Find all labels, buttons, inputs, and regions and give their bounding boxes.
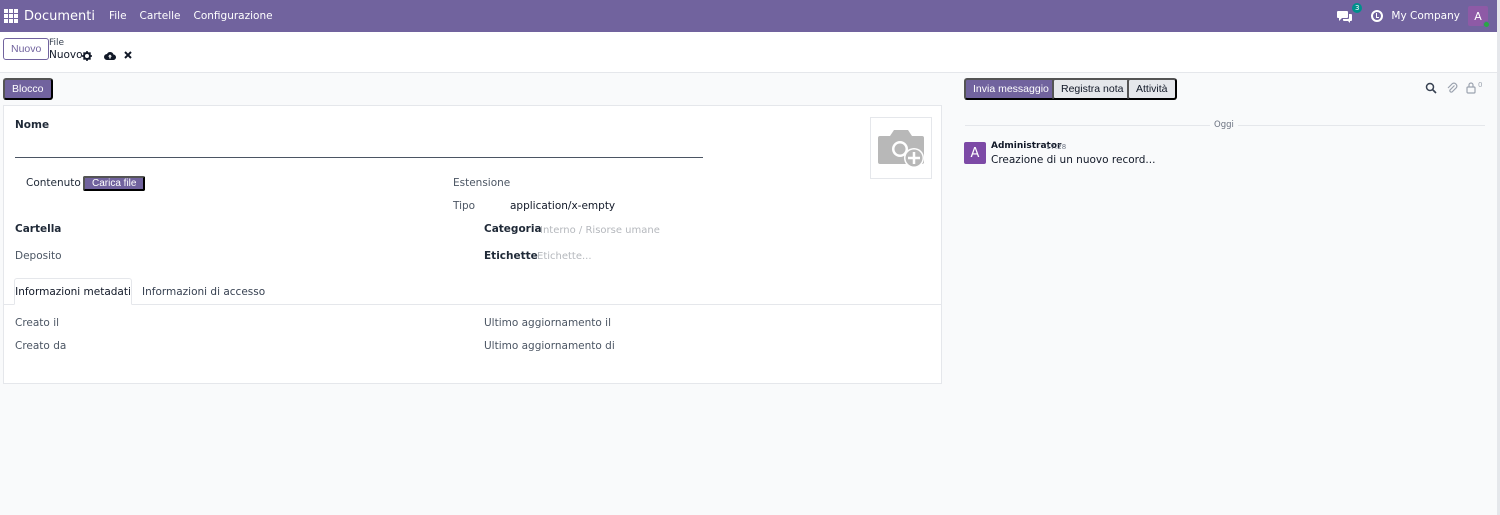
message-body: Creazione di un nuovo record... xyxy=(991,154,1156,166)
clock-icon[interactable] xyxy=(1371,10,1384,22)
tabs-divider xyxy=(4,304,941,305)
online-status-icon xyxy=(1483,21,1490,28)
activities-button[interactable]: Attività xyxy=(1127,78,1177,100)
type-value: application/x-empty xyxy=(510,200,616,212)
form-sheet: Nome Contenuto Carica file Estensione Ti… xyxy=(3,105,942,384)
top-navbar: Documenti File Cartelle Configurazione 3… xyxy=(0,0,1500,32)
user-avatar[interactable]: A xyxy=(1468,6,1490,28)
company-switcher[interactable]: My Company xyxy=(1391,10,1460,22)
document-thumbnail[interactable] xyxy=(870,117,932,179)
new-button[interactable]: Nuovo xyxy=(3,38,50,60)
apps-grid-icon[interactable] xyxy=(4,9,18,23)
paperclip-icon[interactable] xyxy=(1446,82,1458,97)
name-label: Nome xyxy=(15,119,50,131)
message-time: 17:28 xyxy=(1046,143,1067,151)
cloud-upload-icon[interactable] xyxy=(104,51,117,64)
last-update-on-label: Ultimo aggiornamento il xyxy=(484,317,612,329)
type-label: Tipo xyxy=(453,200,476,212)
control-panel: Nuovo File Nuovo xyxy=(0,32,1500,73)
tags-input[interactable]: Etichette... xyxy=(537,251,592,262)
category-input[interactable]: Interno / Risorse umane xyxy=(540,225,660,236)
menu-item-configuration[interactable]: Configurazione xyxy=(194,10,273,22)
camera-plus-icon xyxy=(878,130,924,168)
tab-metadata[interactable]: Informazioni metadati xyxy=(14,278,132,305)
tab-access[interactable]: Informazioni di accesso xyxy=(142,286,265,298)
date-divider-label: Oggi xyxy=(1210,120,1238,130)
menu-item-folders[interactable]: Cartelle xyxy=(140,10,181,22)
gear-icon[interactable] xyxy=(82,51,92,64)
category-label: Categoria xyxy=(484,223,542,235)
folder-label: Cartella xyxy=(15,223,62,235)
name-input[interactable] xyxy=(15,157,703,158)
breadcrumb-parent[interactable]: File xyxy=(49,38,64,48)
created-on-label: Creato il xyxy=(15,317,60,329)
menu-item-file[interactable]: File xyxy=(109,10,127,22)
send-message-button[interactable]: Invia messaggio xyxy=(964,78,1058,100)
log-note-button[interactable]: Registra nota xyxy=(1052,78,1133,100)
last-update-by-label: Ultimo aggiornamento di xyxy=(484,340,615,352)
user-avatar-initial: A xyxy=(1474,9,1482,23)
upload-file-button[interactable]: Carica file xyxy=(83,176,146,191)
follower-lock-icon[interactable] xyxy=(1466,82,1476,97)
chat-icon[interactable]: 3 xyxy=(1337,3,1363,23)
extension-label: Estensione xyxy=(453,177,511,189)
follower-count: 0 xyxy=(1478,81,1483,89)
breadcrumb-current: Nuovo xyxy=(49,49,83,61)
message-avatar[interactable]: A xyxy=(964,142,986,164)
storage-label: Deposito xyxy=(15,250,62,262)
content-label: Contenuto xyxy=(26,177,81,189)
chat-badge: 3 xyxy=(1351,3,1363,13)
close-icon[interactable] xyxy=(124,51,132,62)
app-name[interactable]: Documenti xyxy=(24,9,95,24)
search-icon[interactable] xyxy=(1425,82,1437,97)
created-by-label: Creato da xyxy=(15,340,67,352)
tags-label: Etichette xyxy=(484,250,538,262)
lock-button[interactable]: Blocco xyxy=(3,78,53,100)
